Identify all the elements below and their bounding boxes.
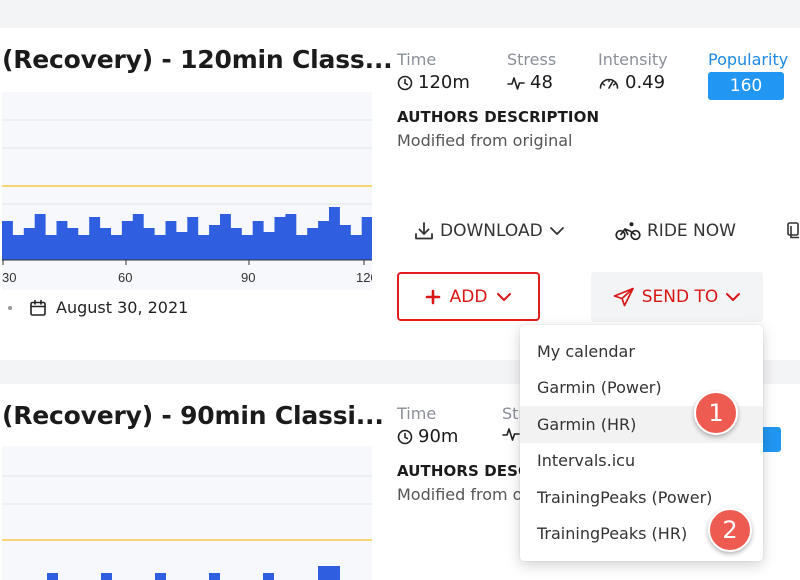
x-tick-label: 30 [2,270,16,285]
ride-now-label: RIDE NOW [647,221,736,241]
power-bar [318,566,340,580]
clock-icon [397,75,413,90]
stat-intensity-label: Intensity [598,50,668,69]
power-bar [263,573,274,580]
power-bar [209,573,220,580]
stat-intensity-value: 0.49 [625,72,666,93]
workout-chart [2,446,372,580]
power-bar [101,573,112,580]
send-to-label: SEND TO [641,287,719,307]
x-tick-label: 90 [241,270,255,285]
power-bar [155,573,166,580]
stat-popularity: Popularity 160 [708,50,788,100]
authors-description-text: Modified from original [397,131,573,150]
stat-time: Time 120m [397,50,470,93]
stat-stress: Stress 48 [507,50,556,93]
calendar-icon [30,299,46,316]
send-icon [613,287,634,307]
menu-item-intervals-icu[interactable]: Intervals.icu [520,443,763,480]
copy-button[interactable] [787,221,800,241]
power-area [2,207,372,260]
workout-title[interactable]: (Recovery) - 90min Classi... [2,401,384,430]
annotation-marker-2: 2 [708,508,752,552]
stat-time-value: 90m [418,426,459,447]
popularity-badge [762,427,781,452]
gauge-icon [599,78,619,89]
bike-icon [615,222,641,241]
workout-chart: 30 60 90 120 [2,92,372,290]
chevron-down-icon [726,293,741,301]
popularity-badge: 160 [708,72,784,100]
workout-title[interactable]: (Recovery) - 120min Class... [2,45,393,74]
x-tick-label: 120 [356,270,372,285]
separator-dot [8,305,12,310]
authors-description-text: Modified from o [397,485,523,504]
x-tick-label: 60 [118,270,132,285]
menu-item-my-calendar[interactable]: My calendar [520,333,763,370]
pulse-icon [507,76,525,90]
download-button[interactable]: DOWNLOAD [414,221,565,241]
stat-stress-value: 48 [530,72,553,93]
power-profile-chart: 30 60 90 120 [2,119,372,285]
authors-description-heading: AUTHORS DESCRIPTION [397,108,600,126]
workout-date: August 30, 2021 [8,298,188,317]
authors-description-heading: AUTHORS DESCI [397,462,535,480]
stat-time-label: Time [397,404,437,423]
power-profile-chart [2,475,372,580]
send-to-button[interactable]: SEND TO [591,272,763,322]
pulse-icon [502,428,520,441]
download-icon [415,222,433,240]
workout-card-1: (Recovery) - 120min Class... 30 60 90 120 T… [0,28,800,360]
chevron-down-icon [497,292,512,301]
ride-now-button[interactable]: RIDE NOW [615,221,736,241]
stat-stress-label: Stress [507,50,557,69]
annotation-marker-1: 1 [694,391,738,435]
stat-intensity: Intensity 0.49 [598,50,668,93]
stat-time: Time 90m [397,404,458,447]
stat-popularity-label: Popularity [708,50,789,69]
add-label: ADD [449,286,488,307]
add-button[interactable]: ADD [397,272,540,321]
stat-time-value: 120m [418,72,470,93]
download-label: DOWNLOAD [440,221,543,241]
plus-icon [425,289,440,304]
clock-icon [397,429,413,444]
power-bar [47,573,58,580]
workout-date-text: August 30, 2021 [56,298,189,317]
stat-time-label: Time [397,50,437,69]
chevron-down-icon [549,227,564,235]
copy-icon [787,222,799,239]
